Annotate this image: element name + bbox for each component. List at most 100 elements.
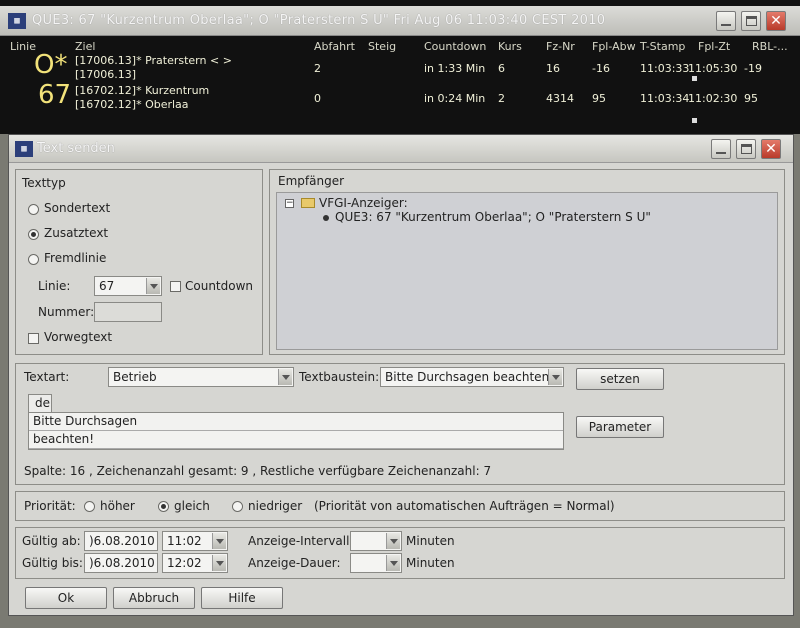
header-steig: Steig bbox=[368, 40, 397, 53]
gueltig-bis-date-value: )6.08.2010 bbox=[89, 556, 155, 570]
chevron-down-icon[interactable] bbox=[386, 533, 400, 549]
chevron-down-icon[interactable] bbox=[212, 533, 226, 549]
texttyp-label: Texttyp bbox=[22, 176, 66, 190]
vorwegtext-label: Vorwegtext bbox=[44, 330, 113, 344]
textart-select[interactable]: Betrieb bbox=[108, 367, 294, 387]
tree-child-label[interactable]: QUE3: 67 "Kurzentrum Oberlaa"; O "Prater… bbox=[335, 210, 651, 224]
row-1-t-stamp: 11:03:33 bbox=[640, 62, 690, 75]
radio-fremdlinie[interactable] bbox=[28, 254, 39, 265]
monitor-title: QUE3: 67 "Kurzentrum Oberlaa"; O "Prater… bbox=[32, 13, 606, 28]
linie-value: 67 bbox=[99, 279, 115, 293]
status-dot bbox=[692, 118, 697, 123]
chevron-down-icon[interactable] bbox=[278, 369, 292, 385]
header-ziel: Ziel bbox=[75, 40, 96, 53]
dialog-titlebar[interactable]: ▦ Text senden ✕ bbox=[9, 135, 793, 163]
row-1-rbl: -19 bbox=[744, 62, 762, 75]
text-group: Textart: Betrieb Textbaustein: Bitte Dur… bbox=[15, 363, 785, 485]
zusatztext-label: Zusatztext bbox=[44, 226, 109, 240]
row-2-fpl-zt: 11:02:30 bbox=[688, 92, 738, 105]
gueltig-bis-label: Gültig bis: bbox=[22, 556, 83, 570]
row-1-abfahrt: 2 bbox=[314, 62, 321, 75]
empfaenger-tree[interactable]: − VFGI-Anzeiger: QUE3: 67 "Kurzentrum Ob… bbox=[276, 192, 778, 350]
header-countdown: Countdown bbox=[424, 40, 487, 53]
text-line-1[interactable]: Bitte Durchsagen bbox=[29, 413, 563, 431]
row-1-linie: O* bbox=[34, 50, 68, 80]
hoeher-label: höher bbox=[100, 499, 135, 513]
minimize-icon[interactable] bbox=[711, 139, 731, 159]
header-abfahrt: Abfahrt bbox=[314, 40, 355, 53]
dauer-select[interactable] bbox=[350, 553, 402, 573]
radio-sondertext[interactable] bbox=[28, 204, 39, 215]
dauer-label: Anzeige-Dauer: bbox=[248, 556, 341, 570]
maximize-icon[interactable] bbox=[736, 139, 756, 159]
nummer-label: Nummer: bbox=[38, 305, 95, 319]
row-2-abfahrt: 0 bbox=[314, 92, 321, 105]
departure-table: Linie Ziel Abfahrt Steig Countdown Kurs … bbox=[0, 36, 800, 134]
gueltig-bis-date[interactable]: )6.08.2010 bbox=[84, 553, 158, 573]
chevron-down-icon[interactable] bbox=[146, 278, 160, 294]
tree-root-label[interactable]: VFGI-Anzeiger: bbox=[319, 196, 408, 210]
radio-niedriger[interactable] bbox=[232, 501, 243, 512]
header-t-stamp: T-Stamp bbox=[640, 40, 686, 53]
row-2-ziel-2: [16702.12]* Oberlaa bbox=[75, 98, 189, 111]
text-line-2[interactable]: beachten! bbox=[29, 431, 563, 449]
chevron-down-icon[interactable] bbox=[386, 555, 400, 571]
row-1-fpl-zt: 11:05:30 bbox=[688, 62, 738, 75]
row-2-fpl-abw: 95 bbox=[592, 92, 606, 105]
nummer-field[interactable] bbox=[94, 302, 162, 322]
chevron-down-icon[interactable] bbox=[212, 555, 226, 571]
textbaustein-select[interactable]: Bitte Durchsagen beachten! bbox=[380, 367, 564, 387]
countdown-checkbox[interactable] bbox=[170, 281, 181, 292]
linie-select[interactable]: 67 bbox=[94, 276, 162, 296]
prioritaet-note: (Priorität von automatischen Aufträgen =… bbox=[314, 499, 615, 513]
row-1-fpl-abw: -16 bbox=[592, 62, 610, 75]
gueltig-ab-date[interactable]: )6.08.2010 bbox=[84, 531, 158, 551]
niedriger-label: niedriger bbox=[248, 499, 303, 513]
row-2-fz-nr: 4314 bbox=[546, 92, 574, 105]
gueltig-bis-time-value: 12:02 bbox=[167, 556, 202, 570]
monitor-titlebar[interactable]: ▦ QUE3: 67 "Kurzentrum Oberlaa"; O "Prat… bbox=[0, 6, 800, 36]
tab-de[interactable]: de bbox=[28, 394, 52, 412]
status-dot bbox=[692, 76, 697, 81]
minimize-icon[interactable] bbox=[716, 11, 736, 31]
folder-icon bbox=[301, 198, 315, 208]
empfaenger-label: Empfänger bbox=[278, 174, 345, 188]
header-rbl: RBL-... bbox=[752, 40, 788, 53]
maximize-icon[interactable] bbox=[741, 11, 761, 31]
gueltig-bis-time[interactable]: 12:02 bbox=[162, 553, 228, 573]
textart-value: Betrieb bbox=[113, 370, 157, 384]
close-icon[interactable]: ✕ bbox=[761, 139, 781, 159]
app-icon: ▦ bbox=[8, 13, 26, 29]
parameter-button[interactable]: Parameter bbox=[576, 416, 664, 438]
intervall-select[interactable] bbox=[350, 531, 402, 551]
ok-button[interactable]: Ok bbox=[25, 587, 107, 609]
row-2-t-stamp: 11:03:34 bbox=[640, 92, 690, 105]
text-editor[interactable]: Bitte Durchsagen beachten! bbox=[28, 412, 564, 450]
row-2-kurs: 2 bbox=[498, 92, 505, 105]
abbruch-button[interactable]: Abbruch bbox=[113, 587, 195, 609]
gueltig-ab-time[interactable]: 11:02 bbox=[162, 531, 228, 551]
setzen-button[interactable]: setzen bbox=[576, 368, 664, 390]
vorwegtext-checkbox[interactable] bbox=[28, 333, 39, 344]
row-1-ziel-2: [17006.13] bbox=[75, 68, 137, 81]
chevron-down-icon[interactable] bbox=[548, 369, 562, 385]
radio-gleich[interactable] bbox=[158, 501, 169, 512]
intervall-unit: Minuten bbox=[406, 534, 455, 548]
row-1-ziel: [17006.13]* Praterstern < > bbox=[75, 54, 232, 67]
radio-zusatztext[interactable] bbox=[28, 229, 39, 240]
text-senden-dialog: ▦ Text senden ✕ Texttyp Sondertext Zusat… bbox=[8, 134, 794, 616]
header-fpl-abw: Fpl-Abw bbox=[592, 40, 636, 53]
texttyp-group: Texttyp Sondertext Zusatztext Fremdlinie… bbox=[15, 169, 263, 355]
close-icon[interactable]: ✕ bbox=[766, 11, 786, 31]
prioritaet-label: Priorität: bbox=[24, 499, 76, 513]
dauer-unit: Minuten bbox=[406, 556, 455, 570]
gueltig-ab-time-value: 11:02 bbox=[167, 534, 202, 548]
hilfe-button[interactable]: Hilfe bbox=[201, 587, 283, 609]
row-2-countdown: in 0:24 Min bbox=[424, 92, 486, 105]
gueltig-ab-date-value: )6.08.2010 bbox=[89, 534, 155, 548]
radio-hoeher[interactable] bbox=[84, 501, 95, 512]
header-fpl-zt: Fpl-Zt bbox=[698, 40, 731, 53]
row-2-rbl: 95 bbox=[744, 92, 758, 105]
collapse-icon[interactable]: − bbox=[285, 199, 294, 208]
gueltig-ab-label: Gültig ab: bbox=[22, 534, 81, 548]
